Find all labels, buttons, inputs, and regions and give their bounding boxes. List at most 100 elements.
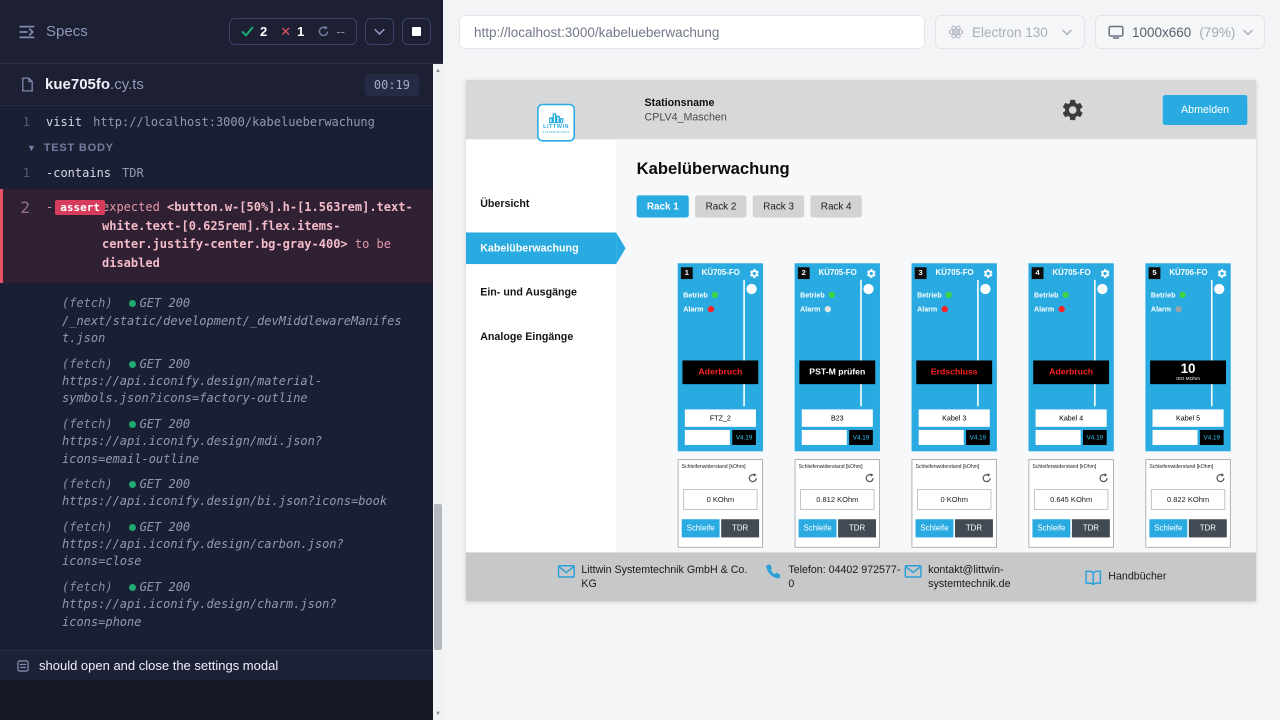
stop-button[interactable] bbox=[402, 18, 431, 45]
tdr-button[interactable]: TDR bbox=[1072, 519, 1110, 537]
chevron-down-icon: ▼ bbox=[27, 143, 37, 153]
logo-buildings-icon bbox=[547, 112, 564, 123]
station-label: Stationsname bbox=[645, 97, 727, 109]
fetch-log-entry[interactable]: (fetch)GET 200https://api.iconify.design… bbox=[62, 476, 407, 511]
fetch-status: GET 200 bbox=[129, 295, 191, 312]
fetch-log-entry[interactable]: (fetch)GET 200https://api.iconify.design… bbox=[62, 356, 407, 408]
logout-button[interactable]: Abmelden bbox=[1163, 95, 1248, 125]
sidebar-item[interactable]: Kabelüberwachung bbox=[466, 232, 616, 264]
app-sidebar: Übersicht Kabelüberwachung Ein- und Ausgän… bbox=[466, 139, 616, 601]
cable-name: FTZ_2 bbox=[685, 409, 756, 426]
schleife-button[interactable]: Schleife bbox=[682, 519, 720, 537]
footer-text: Handbücher bbox=[1108, 569, 1166, 583]
device-card: 3 KÜ705-FO BetriebAlarm Erdschluss Kabel… bbox=[912, 263, 997, 547]
sidebar-item[interactable]: Übersicht bbox=[466, 188, 616, 220]
viewport-menu-button[interactable] bbox=[365, 18, 394, 45]
fetch-url: https://api.iconify.design/carbon.json?i… bbox=[62, 536, 407, 571]
settings-gear-icon[interactable] bbox=[1060, 97, 1085, 122]
rack-tab[interactable]: Rack 2 bbox=[695, 195, 746, 217]
sidebar-item[interactable]: Analoge Eingänge bbox=[466, 321, 616, 353]
measurement-panel: Schleifenwiderstand [kOhm] 0 KOhm Schlei… bbox=[678, 459, 763, 547]
rack-tab[interactable]: Rack 3 bbox=[753, 195, 804, 217]
test-body-header[interactable]: ▼ TEST BODY bbox=[0, 134, 433, 161]
fetch-log-entry[interactable]: (fetch)GET 200https://api.iconify.design… bbox=[62, 519, 407, 571]
pending-count: -- bbox=[336, 24, 345, 39]
resistance-value: 0 KOhm bbox=[917, 489, 991, 510]
reporter-controls: 2 ✕1 -- bbox=[229, 18, 431, 45]
sidebar-item[interactable]: Ein- und Ausgänge bbox=[466, 277, 616, 309]
fetch-log-entry[interactable]: (fetch)GET 200https://api.iconify.design… bbox=[62, 579, 407, 631]
next-test-row[interactable]: should open and close the settings modal bbox=[0, 650, 433, 680]
test-stats[interactable]: 2 ✕1 -- bbox=[229, 18, 357, 45]
tdr-button[interactable]: TDR bbox=[838, 519, 876, 537]
firmware-version: V4.19 bbox=[849, 430, 873, 445]
specs-menu-button[interactable]: Specs bbox=[18, 23, 88, 41]
refresh-icon[interactable] bbox=[1215, 473, 1226, 484]
reporter-body: kue705fo.cy.ts 00:19 1 visit http://loca… bbox=[0, 64, 433, 720]
app-body: Übersicht Kabelüberwachung Ein- und Ausgän… bbox=[466, 139, 1256, 601]
schleife-button[interactable]: Schleife bbox=[1032, 519, 1070, 537]
device-gear-icon[interactable] bbox=[1100, 268, 1111, 279]
footer-text: Telefon: 04402 972577-0 bbox=[788, 563, 904, 591]
cross-icon: ✕ bbox=[280, 24, 291, 40]
logo-subtitle: SYSTEMTECHNIK bbox=[542, 130, 570, 133]
divider-line bbox=[977, 280, 979, 406]
footer-text: kontakt@littwin-systemtechnik.de bbox=[928, 563, 1016, 591]
fetch-label: (fetch) bbox=[62, 519, 113, 536]
scroll-up-icon[interactable]: ▲ bbox=[433, 64, 443, 77]
fetch-label: (fetch) bbox=[62, 295, 113, 312]
blank-box bbox=[919, 430, 964, 445]
device-card-body: 5 KÜ706-FO BetriebAlarm 10ISO MOhm Kabel… bbox=[1145, 263, 1230, 451]
divider-line bbox=[743, 280, 745, 406]
fetch-log-entry[interactable]: (fetch)GET 200https://api.iconify.design… bbox=[62, 416, 407, 468]
littwin-logo: LITTWIN SYSTEMTECHNIK bbox=[537, 104, 575, 142]
schleife-button[interactable]: Schleife bbox=[799, 519, 837, 537]
tdr-button[interactable]: TDR bbox=[955, 519, 993, 537]
fetch-log-entry[interactable]: (fetch)GET 200/_next/static/development/… bbox=[62, 295, 407, 347]
rack-tab[interactable]: Rack 1 bbox=[637, 195, 689, 217]
sync-icon bbox=[317, 25, 330, 38]
device-card-mid: BetriebAlarm Erdschluss Kabel 3 V4.19 bbox=[915, 280, 994, 445]
browser-select[interactable]: Electron 130 bbox=[935, 15, 1085, 49]
rack-tab[interactable]: Rack 4 bbox=[811, 195, 862, 217]
footer-item[interactable]: Handbücher bbox=[1085, 569, 1167, 586]
browser-label: Electron 130 bbox=[972, 25, 1048, 40]
schleife-button[interactable]: Schleife bbox=[916, 519, 954, 537]
refresh-icon[interactable] bbox=[747, 473, 758, 484]
command-row-contains[interactable]: 1 -contains TDR bbox=[0, 161, 433, 185]
tdr-button[interactable]: TDR bbox=[1189, 519, 1227, 537]
runner-stage: http://localhost:3000/kabelueberwachung … bbox=[443, 0, 1280, 720]
refresh-icon[interactable] bbox=[864, 473, 875, 484]
tdr-button[interactable]: TDR bbox=[721, 519, 759, 537]
firmware-version: V4.19 bbox=[966, 430, 990, 445]
refresh-icon[interactable] bbox=[981, 473, 992, 484]
url-input[interactable]: http://localhost:3000/kabelueberwachung bbox=[459, 15, 925, 49]
specs-label: Specs bbox=[46, 23, 88, 40]
command-row-visit[interactable]: 1 visit http://localhost:3000/kabelueber… bbox=[0, 110, 433, 134]
device-gear-icon[interactable] bbox=[983, 268, 994, 279]
refresh-icon[interactable] bbox=[1098, 473, 1109, 484]
chevron-down-icon bbox=[1243, 29, 1253, 36]
passed-stat: 2 bbox=[241, 24, 267, 39]
viewport-select[interactable]: 1000x660 (79%) bbox=[1095, 15, 1265, 49]
fetch-label: (fetch) bbox=[62, 579, 113, 596]
command-arg: TDR bbox=[122, 166, 144, 180]
reporter-scrollbar[interactable]: ▲ ▼ bbox=[433, 64, 443, 720]
device-gear-icon[interactable] bbox=[866, 268, 877, 279]
schleife-button[interactable]: Schleife bbox=[1149, 519, 1187, 537]
device-card: 2 KÜ705-FO BetriebAlarm PST-M prüfen B23… bbox=[795, 263, 880, 547]
device-gear-icon[interactable] bbox=[749, 268, 760, 279]
device-gear-icon[interactable] bbox=[1217, 268, 1228, 279]
scroll-down-icon[interactable]: ▼ bbox=[433, 707, 443, 720]
failed-assert-row[interactable]: 2 -assert expected <button.w-[50%].h-[1.… bbox=[0, 189, 433, 283]
scrollbar-thumb[interactable] bbox=[434, 504, 442, 650]
measurement-panel: Schleifenwiderstand [kOhm] 0.645 KOhm Sc… bbox=[1028, 459, 1113, 547]
aut-frame: LITTWIN SYSTEMTECHNIK Stationsname CPLV4… bbox=[466, 80, 1256, 601]
footer-text: Littwin Systemtechnik GmbH & Co. KG bbox=[581, 563, 751, 591]
fetch-url: https://api.iconify.design/material-symb… bbox=[62, 373, 407, 408]
line-number: 1 bbox=[0, 166, 46, 180]
app-header: LITTWIN SYSTEMTECHNIK Stationsname CPLV4… bbox=[466, 80, 1256, 139]
indicator-led bbox=[712, 292, 718, 298]
fetch-url: https://api.iconify.design/mdi.json?icon… bbox=[62, 433, 407, 468]
success-dot-icon bbox=[129, 300, 136, 307]
